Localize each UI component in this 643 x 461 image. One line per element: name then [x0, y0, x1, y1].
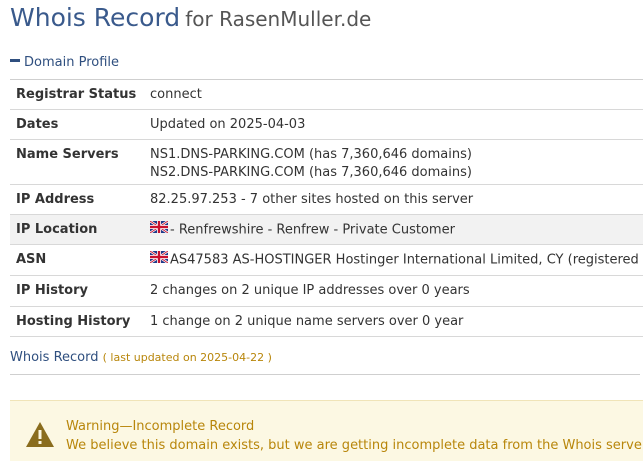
row-label: Registrar Status [16, 87, 137, 102]
row-value-text: 2 changes on 2 unique IP addresses over … [150, 283, 470, 298]
profile-row-dates: Dates Updated on 2025-04-03 [10, 110, 643, 140]
warning-title: Warning—Incomplete Record [66, 419, 255, 434]
row-value-text: - Renfrewshire - Renfrew - Private Custo… [170, 222, 455, 238]
warning-box: Warning—Incomplete Record We believe thi… [10, 400, 643, 461]
profile-row-ip-location: IP Location - Renfrewshire - Renfrew - Pr… [10, 215, 643, 245]
domain-profile-table: Registrar Status connect Dates Updated on 2… [10, 79, 643, 337]
profile-row-registrar-status: Registrar Status connect [10, 80, 643, 110]
profile-row-asn: ASN AS47583 AS-HOSTINGER Hostinger Intern… [10, 245, 643, 276]
profile-row-hosting-history: Hosting History 1 change on 2 unique name… [10, 307, 643, 337]
row-value: NS1.DNS-PARKING.COM (has 7,360,646 domai… [150, 147, 472, 162]
row-label: Dates [16, 117, 59, 132]
whois-record-label[interactable]: Whois Record [10, 350, 98, 365]
row-value: 1 change on 2 unique name servers over 0… [150, 314, 463, 329]
warning-message: We believe this domain exists, but we ar… [66, 438, 643, 453]
row-label: ASN [16, 252, 47, 267]
row-label: IP History [16, 283, 88, 298]
row-label: IP Address [16, 192, 95, 207]
row-label: Hosting History [16, 314, 131, 329]
row-value-text: 1 change on 2 unique name servers over 0… [150, 314, 464, 329]
row-value: AS47583 AS-HOSTINGER Hostinger Internati… [149, 250, 639, 268]
row-value: connect [150, 87, 202, 102]
row-label: Name Servers [16, 147, 119, 162]
domain-profile-label: Domain Profile [24, 55, 119, 70]
row-value: Updated on 2025-04-03 [150, 117, 305, 132]
page-title-main: Whois Record [10, 3, 181, 32]
row-value: NS2.DNS-PARKING.COM (has 7,360,646 domai… [150, 165, 472, 180]
page-title: Whois Record for RasenMuller.de [10, 3, 371, 32]
row-value-text: AS47583 AS-HOSTINGER Hostinger Internati… [170, 252, 639, 268]
row-value: 2 changes on 2 unique IP addresses over … [150, 283, 470, 298]
row-value-text: Updated on 2025-04-03 [150, 117, 306, 132]
warning-triangle-icon [25, 421, 55, 452]
uk-flag-icon [149, 220, 169, 237]
profile-row-ip-address: IP Address 82.25.97.253 - 7 other sites h… [10, 185, 643, 215]
row-value-text: NS2.DNS-PARKING.COM (has 7,360,646 domai… [150, 165, 472, 180]
whois-record-heading: Whois Record ( last updated on 2025-04-2… [10, 350, 272, 365]
divider [10, 374, 640, 375]
domain-profile-toggle[interactable]: Domain Profile [10, 55, 119, 70]
row-value-text: 82.25.97.253 - 7 other sites hosted on t… [150, 192, 474, 207]
collapse-minus-icon [10, 59, 20, 62]
row-label: IP Location [16, 222, 98, 237]
row-value-text: connect [150, 87, 202, 102]
profile-row-name-servers: Name Servers NS1.DNS-PARKING.COM (has 7,3… [10, 140, 643, 185]
whois-last-updated: ( last updated on 2025-04-22 ) [102, 351, 272, 364]
profile-row-ip-history: IP History 2 changes on 2 unique IP addre… [10, 276, 643, 307]
page-title-domain: for RasenMuller.de [185, 7, 372, 31]
row-value-text: NS1.DNS-PARKING.COM (has 7,360,646 domai… [150, 147, 472, 162]
row-value: - Renfrewshire - Renfrew - Private Custo… [149, 220, 455, 238]
uk-flag-icon [149, 250, 169, 267]
row-value: 82.25.97.253 - 7 other sites hosted on t… [150, 192, 473, 207]
